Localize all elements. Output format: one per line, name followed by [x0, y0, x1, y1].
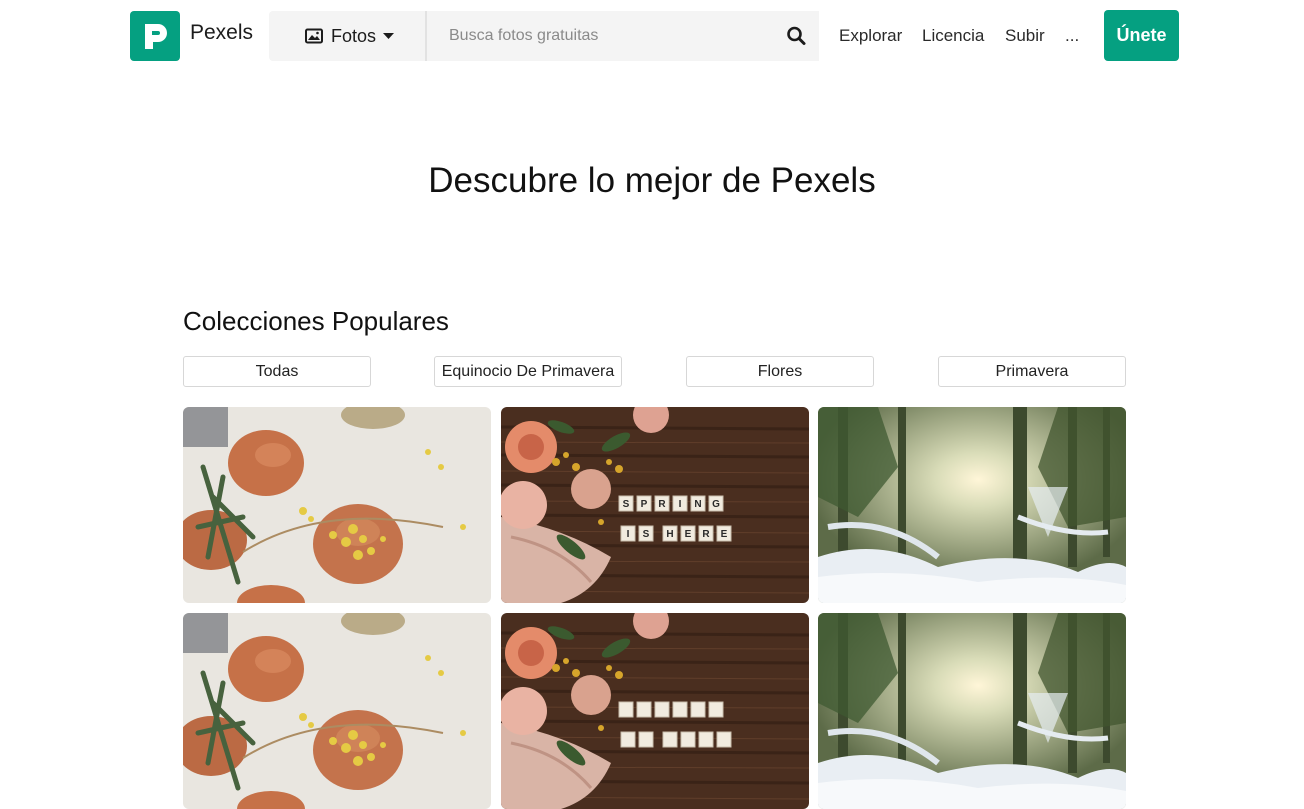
spring-tile-letter: I	[627, 529, 630, 540]
easter-eggs-photo	[183, 613, 491, 809]
easter-eggs-photo	[183, 407, 491, 603]
spring-tile-letter: R	[702, 529, 710, 540]
pexels-logo[interactable]	[130, 11, 180, 61]
collection-card[interactable]	[501, 613, 809, 809]
filter-primavera[interactable]: Primavera	[938, 356, 1126, 387]
join-button[interactable]: Únete	[1104, 10, 1179, 61]
search-input[interactable]	[429, 11, 769, 61]
nav-subir[interactable]: Subir	[1005, 26, 1045, 46]
collection-card[interactable]	[183, 407, 491, 603]
search-icon[interactable]	[785, 25, 809, 47]
collection-card[interactable]	[818, 613, 1126, 809]
filter-equinocio[interactable]: Equinocio De Primavera	[434, 356, 622, 387]
spring-tile-letter: G	[712, 499, 720, 510]
media-type-label: Fotos	[331, 26, 377, 46]
spring-tile-letter: R	[658, 499, 666, 510]
nav-explorar[interactable]: Explorar	[839, 26, 902, 46]
spring-tile-letter: E	[721, 529, 728, 540]
snowy-forest-photo	[818, 613, 1126, 809]
filter-flores[interactable]: Flores	[686, 356, 874, 387]
pexels-logo-icon	[145, 24, 167, 49]
spring-is-here-photo	[501, 613, 809, 809]
spring-tile-letter: S	[623, 499, 630, 510]
spring-is-here-photo: S P R I N G I S H E R E	[501, 407, 809, 603]
spring-tile-letter: E	[685, 529, 692, 540]
filter-todas[interactable]: Todas	[183, 356, 371, 387]
image-icon	[305, 28, 323, 44]
spring-tile-letter: I	[679, 499, 682, 510]
search-bar: Fotos	[269, 11, 819, 61]
media-type-dropdown[interactable]: Fotos	[269, 11, 427, 61]
page-title: Descubre lo mejor de Pexels	[428, 161, 876, 200]
spring-tile-letter: H	[666, 529, 673, 540]
spring-tile-letter: N	[694, 499, 701, 510]
brand-name[interactable]: Pexels	[190, 21, 253, 45]
more-menu-button[interactable]: ...	[1065, 26, 1079, 46]
popular-collections-heading: Colecciones Populares	[183, 306, 449, 336]
spring-tile-letter: P	[641, 499, 648, 510]
top-navbar: Pexels Fotos Explorar Licencia Subir ...…	[0, 0, 1304, 72]
collection-card[interactable]: S P R I N G I S H E R E	[501, 407, 809, 603]
snowy-forest-photo	[818, 407, 1126, 603]
collection-card[interactable]	[818, 407, 1126, 603]
collection-card[interactable]	[183, 613, 491, 809]
caret-down-icon	[383, 33, 394, 39]
spring-tile-letter: S	[643, 529, 650, 540]
nav-licencia[interactable]: Licencia	[922, 26, 984, 46]
